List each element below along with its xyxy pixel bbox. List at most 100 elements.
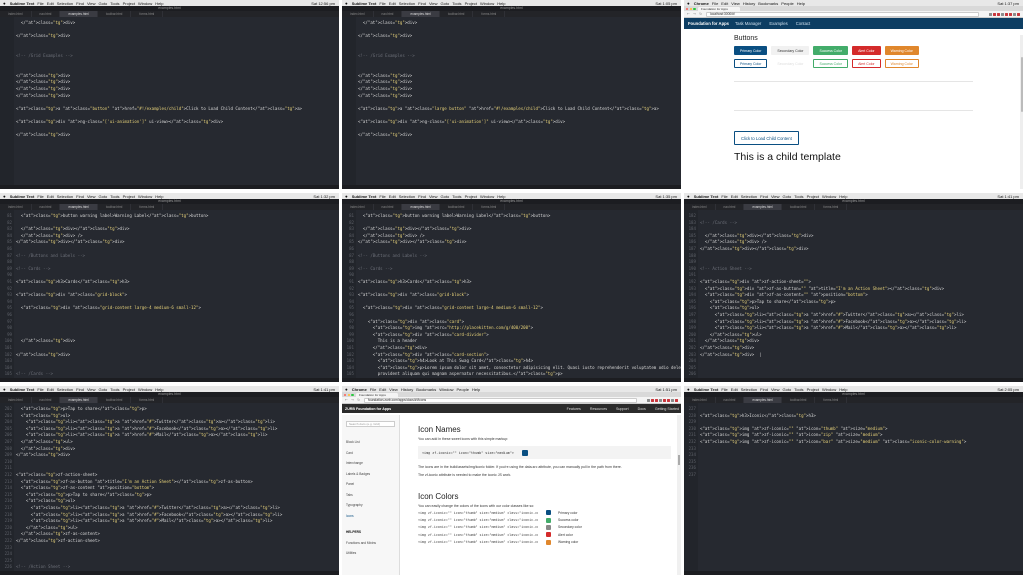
code-line[interactable]: 208 </"at">class="tg">div>: [0, 446, 339, 453]
code-line[interactable]: 207 </"at">class="tg">ul>: [0, 439, 339, 446]
code-line[interactable]: 100 This is a header: [342, 338, 681, 345]
code-line[interactable]: 105 <!-- /Cards -->: [0, 371, 339, 378]
code-line[interactable]: 213 <"at">class="tg">zf-as-button "at">t…: [0, 479, 339, 486]
code-line[interactable]: 216 <"at">class="tg">ul>: [0, 498, 339, 505]
code-line[interactable]: 235: [684, 459, 1023, 466]
menu-item[interactable]: Selection: [741, 387, 757, 392]
code-line[interactable]: </"at">class="tg">div>: [342, 86, 681, 93]
code-line[interactable]: 81 <"at">class="tg">button warning label…: [342, 213, 681, 220]
menu-item[interactable]: Find: [76, 1, 84, 6]
code-line[interactable]: 92: [0, 286, 339, 293]
code-line[interactable]: 187 </"at">class="tg">div></"at">class="t…: [684, 246, 1023, 253]
menu-item[interactable]: Bookmarks: [416, 387, 436, 392]
window-control-icon[interactable]: [347, 393, 350, 396]
menu-item[interactable]: Edit: [389, 194, 396, 199]
code-editor[interactable]: 81 <"at">class="tg">button warning label…: [0, 210, 339, 382]
code-line[interactable]: 223: [0, 545, 339, 552]
code-line[interactable]: </"at">class="tg">div>: [342, 73, 681, 80]
code-line[interactable]: </"at">class="tg">div>: [342, 93, 681, 100]
code-line[interactable]: 195 <"at">class="tg">p>Tap to share</"at…: [684, 299, 1023, 306]
menu-item[interactable]: Edit: [731, 387, 738, 392]
demo-button[interactable]: Warning Color: [884, 46, 919, 55]
code-line[interactable]: 102 </"at">class="tg">div>: [0, 352, 339, 359]
menu-item[interactable]: Selection: [741, 194, 757, 199]
menu-item[interactable]: View: [87, 1, 96, 6]
code-line[interactable]: 221 </"at">class="tg">zf-as-content>: [0, 531, 339, 538]
menu-item[interactable]: Project: [465, 1, 477, 6]
docs-nav-link[interactable]: Support: [616, 407, 629, 411]
sidebar-item[interactable]: Utilities: [346, 548, 399, 559]
menu-item[interactable]: Edit: [389, 1, 396, 6]
menu-item[interactable]: Window: [822, 387, 836, 392]
code-line[interactable]: 82: [0, 220, 339, 227]
menu-item[interactable]: File: [37, 194, 43, 199]
sidebar-item[interactable]: Panel: [346, 479, 399, 490]
menu-item[interactable]: People: [781, 1, 793, 6]
sidebar-item[interactable]: Icons: [346, 511, 399, 522]
code-line[interactable]: 84 </"at">class="tg">div> />: [342, 233, 681, 240]
docs-nav-link[interactable]: Getting Started: [655, 407, 679, 411]
code-line[interactable]: 95 <"at">class="tg">div "at">class="grid…: [0, 305, 339, 312]
demo-button[interactable]: Secondary Color: [771, 46, 810, 55]
docs-nav-link[interactable]: Resources: [590, 407, 607, 411]
menu-item[interactable]: Selection: [57, 387, 73, 392]
docs-nav-link[interactable]: Docs: [638, 407, 646, 411]
demo-button[interactable]: Primary Color: [734, 59, 768, 68]
code-line[interactable]: 99: [0, 332, 339, 339]
code-line[interactable]: 103: [0, 358, 339, 365]
menu-item[interactable]: View: [389, 387, 398, 392]
code-line[interactable]: [0, 46, 339, 53]
code-line[interactable]: 89 <!-- Cards -->: [0, 266, 339, 273]
menu-item[interactable]: Edit: [47, 387, 54, 392]
menu-item[interactable]: Find: [76, 194, 84, 199]
menu-item[interactable]: Goto: [441, 194, 450, 199]
code-line[interactable]: 205 <"at">class="tg">li><"at">class="tg"…: [0, 426, 339, 433]
extension-icon[interactable]: [1013, 12, 1016, 16]
code-line[interactable]: 194 <"at">class="tg">div "at">zf-as-cont…: [684, 292, 1023, 299]
menu-item[interactable]: Help: [472, 387, 480, 392]
menu-item[interactable]: Window: [138, 194, 152, 199]
code-line[interactable]: 218 <"at">class="tg">li><"at">class="tg"…: [0, 512, 339, 519]
url-input[interactable]: localhost:3000/#!: [706, 12, 979, 17]
menu-item[interactable]: File: [37, 387, 43, 392]
code-line[interactable]: </"at">class="tg">div>: [0, 20, 339, 27]
code-editor[interactable]: </"at">class="tg">div> </"at">class="tg">…: [0, 17, 339, 185]
code-line[interactable]: 217 <"at">class="tg">li><"at">class="tg"…: [0, 505, 339, 512]
code-line[interactable]: 237: [684, 472, 1023, 479]
menu-item[interactable]: Help: [797, 1, 805, 6]
menu-app-name[interactable]: Sublime Text: [694, 387, 719, 392]
menu-app-name[interactable]: Sublime Text: [10, 1, 35, 6]
code-line[interactable]: 184: [684, 226, 1023, 233]
code-line[interactable]: 186 </"at">class="tg">div> />: [684, 239, 1023, 246]
code-line[interactable]: 222 </"at">class="tg">zf-action-sheet>: [0, 538, 339, 545]
code-line[interactable]: 192 <"at">class="tg">div "at">zf-action-s…: [684, 279, 1023, 286]
menu-item[interactable]: View: [87, 387, 96, 392]
code-line[interactable]: 90: [0, 272, 339, 279]
code-line[interactable]: 83 </"at">class="tg">div></"at">class="t…: [0, 226, 339, 233]
menu-item[interactable]: Window: [822, 194, 836, 199]
code-line[interactable]: 185 </"at">class="tg">div></"at">class="…: [684, 233, 1023, 240]
code-line[interactable]: 90: [342, 272, 681, 279]
code-line[interactable]: 234: [684, 452, 1023, 459]
menu-item[interactable]: Tools: [452, 194, 461, 199]
menu-app-name[interactable]: Sublime Text: [10, 387, 35, 392]
code-line[interactable]: 227: [684, 406, 1023, 413]
apple-icon[interactable]: ●: [345, 387, 348, 392]
code-line[interactable]: <"at">class="tg">a "at">class="button" "…: [0, 106, 339, 113]
menu-item[interactable]: Goto: [99, 194, 108, 199]
code-line[interactable]: 236: [684, 465, 1023, 472]
code-line[interactable]: 86: [342, 246, 681, 253]
code-line[interactable]: 91 <"at">class="tg">h3>Cards</"at">class=…: [342, 279, 681, 286]
code-line[interactable]: </"at">class="tg">div>: [0, 93, 339, 100]
code-editor[interactable]: 227 228 <"at">class="tg">h3>Iconic</"at">c…: [684, 403, 1023, 571]
code-line[interactable]: 215 <"at">class="tg">p>Tap to share</"at…: [0, 492, 339, 499]
menu-item[interactable]: Project: [123, 194, 135, 199]
code-line[interactable]: 229: [684, 419, 1023, 426]
menu-item[interactable]: Goto: [99, 1, 108, 6]
code-line[interactable]: 190 <!-- Action Sheet -->: [684, 266, 1023, 273]
menu-item[interactable]: Tools: [452, 1, 461, 6]
menu-item[interactable]: Edit: [47, 1, 54, 6]
code-line[interactable]: 81 <"at">class="tg">button warning label…: [0, 213, 339, 220]
extension-icon[interactable]: [997, 12, 1000, 16]
code-line[interactable]: [0, 66, 339, 73]
